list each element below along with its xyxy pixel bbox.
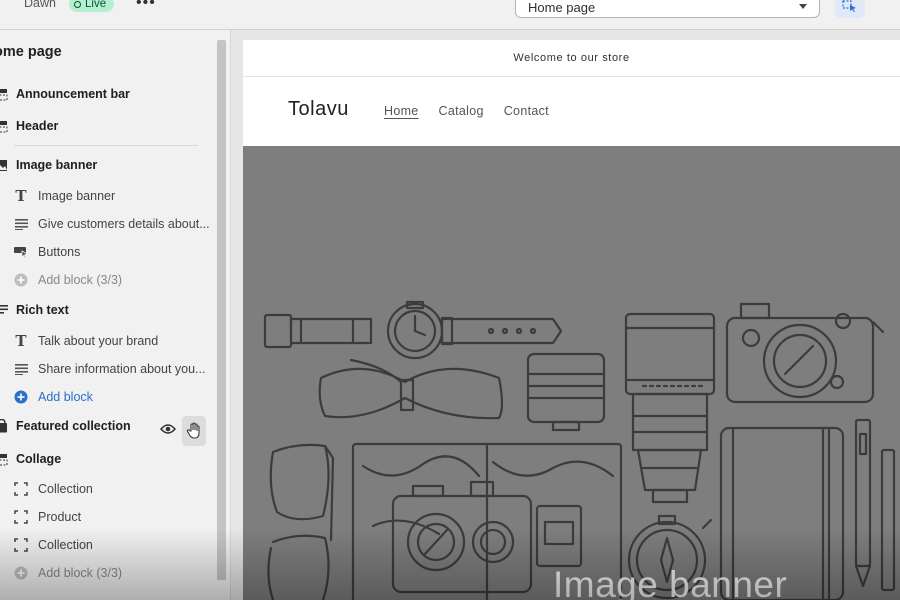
block-label: Talk about your brand (38, 334, 159, 348)
collage-item-icon (14, 510, 28, 524)
theme-name: Dawn (24, 0, 56, 10)
inspector-toggle-button[interactable] (835, 0, 865, 18)
section-label: Announcement bar (16, 87, 130, 101)
text-icon: T (15, 187, 27, 205)
paragraph-icon (14, 217, 28, 231)
section-label: Featured collection (16, 419, 131, 433)
block-collage-collection-2[interactable]: Collection (14, 534, 93, 556)
sections-sidebar: ome page Announcement bar Header Image b… (0, 30, 231, 600)
block-label: Collection (38, 482, 93, 496)
page-select[interactable]: Home page (515, 0, 820, 18)
image-banner[interactable]: Image banner (243, 146, 900, 600)
image-icon (0, 158, 8, 172)
section-label: Collage (16, 452, 62, 466)
live-badge-label: Live (85, 0, 107, 10)
section-header[interactable]: Header (0, 115, 58, 137)
store-logo-text[interactable]: Tolavu (288, 98, 349, 121)
section-label: Image banner (16, 158, 98, 172)
more-actions-button[interactable]: ••• (136, 0, 156, 12)
inspector-icon (842, 0, 856, 12)
block-image-banner-heading[interactable]: T Image banner (14, 185, 115, 207)
announcement-icon (0, 87, 8, 101)
section-collage[interactable]: Collage (0, 448, 61, 470)
block-label: Collection (38, 538, 93, 552)
live-dot-icon (74, 0, 81, 8)
paragraph-icon (14, 362, 28, 376)
block-collage-product[interactable]: Product (14, 506, 81, 528)
store-header[interactable]: Tolavu Home Catalog Contact (243, 76, 900, 147)
plus-circle-icon (14, 390, 28, 404)
chevron-down-icon (799, 4, 807, 9)
buttons-icon (14, 245, 28, 259)
sidebar-scrollbar[interactable] (217, 40, 226, 580)
block-rich-text-heading[interactable]: T Talk about your brand (14, 330, 158, 352)
block-rich-text-paragraph[interactable]: Share information about you... (14, 358, 205, 380)
banner-illustration (263, 300, 896, 600)
add-block-button-rich-text[interactable]: Add block (14, 386, 93, 408)
block-label: Image banner (38, 189, 116, 203)
eye-icon[interactable] (160, 422, 176, 440)
announcement-bar[interactable]: Welcome to our store (243, 40, 900, 77)
plus-circle-icon (14, 566, 28, 580)
section-label: Header (16, 119, 59, 133)
block-image-banner-text[interactable]: Give customers details about... (14, 213, 210, 235)
text-icon: T (15, 332, 27, 350)
drag-handle-button[interactable] (182, 416, 206, 446)
header-icon (0, 119, 8, 133)
top-bar: Dawn Live ••• Home page (0, 0, 900, 30)
section-featured-collection[interactable]: Featured collection (0, 415, 131, 437)
section-announcement-bar[interactable]: Announcement bar (0, 83, 130, 105)
section-rich-text[interactable]: Rich text (0, 299, 69, 321)
sidebar-title: ome page (0, 44, 62, 60)
nav-link-catalog[interactable]: Catalog (439, 104, 484, 118)
add-block-button-collage[interactable]: Add block (3/3) (14, 562, 122, 584)
block-collage-collection-1[interactable]: Collection (14, 478, 93, 500)
block-label: Product (38, 510, 82, 524)
featured-collection-actions (160, 416, 206, 446)
announcement-text: Welcome to our store (513, 52, 630, 64)
section-image-banner[interactable]: Image banner (0, 154, 97, 176)
collage-item-icon (14, 538, 28, 552)
divider (14, 145, 198, 146)
add-block-button-image-banner[interactable]: Add block (3/3) (14, 269, 122, 291)
plus-circle-icon (14, 273, 28, 287)
hand-icon (186, 422, 200, 439)
store-nav: Home Catalog Contact (384, 104, 549, 118)
banner-heading: Image banner (553, 564, 788, 600)
nav-link-home[interactable]: Home (384, 104, 419, 118)
block-label: Add block (3/3) (38, 273, 123, 287)
block-label: Add block (38, 390, 93, 404)
live-status-badge: Live (69, 0, 115, 12)
tag-icon (0, 419, 8, 433)
block-label: Buttons (38, 245, 81, 259)
collage-icon (0, 452, 8, 466)
block-label: Give customers details about... (38, 217, 210, 231)
block-image-banner-buttons[interactable]: Buttons (14, 241, 80, 263)
block-label: Add block (3/3) (38, 566, 123, 580)
collage-item-icon (14, 482, 28, 496)
page-select-value: Home page (528, 0, 596, 15)
storefront-preview: Welcome to our store Tolavu Home Catalog… (243, 40, 900, 600)
paragraph-icon (0, 303, 8, 317)
block-label: Share information about you... (38, 362, 206, 376)
section-label: Rich text (16, 303, 69, 317)
nav-link-contact[interactable]: Contact (504, 104, 549, 118)
